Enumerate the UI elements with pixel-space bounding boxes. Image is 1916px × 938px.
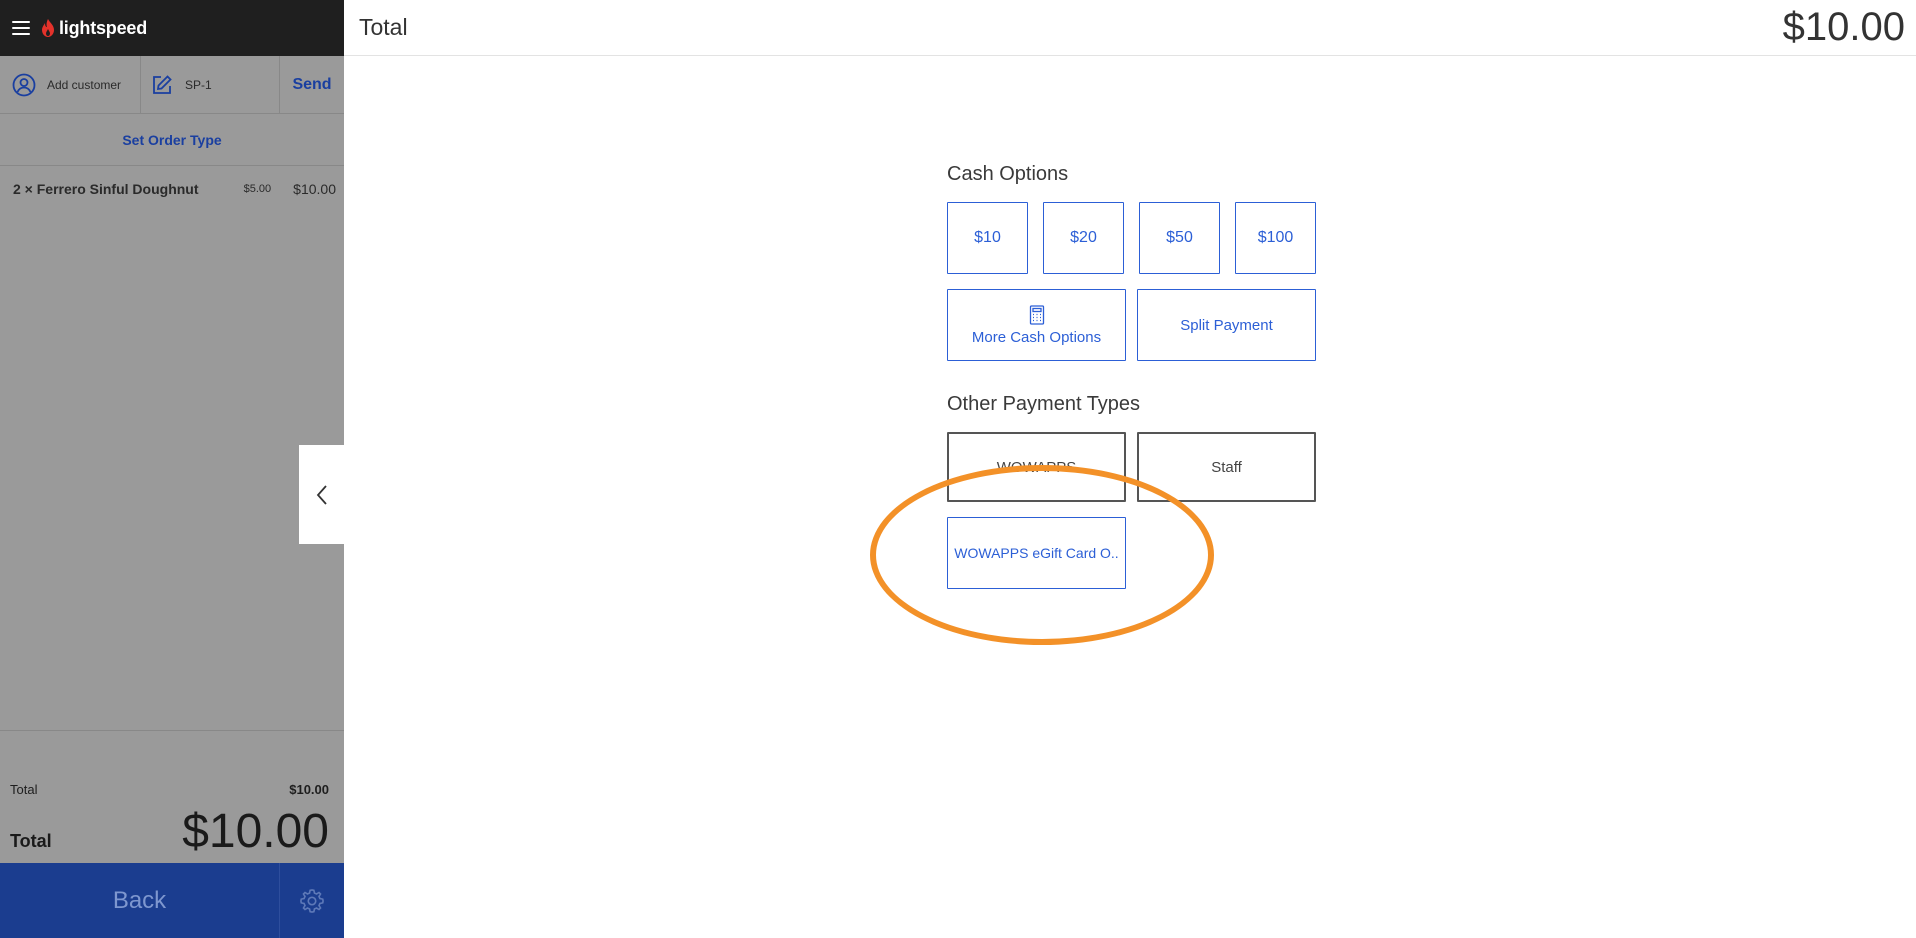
cash-20-button[interactable]: $20: [1043, 202, 1124, 274]
app-topbar: lightspeed: [0, 0, 344, 56]
order-sidebar: lightspeed Add customer SP-1 Send Set Or…: [0, 0, 344, 938]
other-payment-types-title: Other Payment Types: [947, 393, 1141, 415]
back-button[interactable]: Back: [0, 863, 280, 938]
line-item-unit-price: $5.00: [243, 183, 272, 195]
total-row: Total $10.00: [10, 800, 329, 856]
wowapps-label: WOWAPPS: [996, 458, 1077, 476]
cash-50-button[interactable]: $50: [1139, 202, 1220, 274]
total-label: Total: [10, 831, 52, 851]
total-value: $10.00: [182, 805, 329, 858]
wowapps-egift-card-button[interactable]: WOWAPPS eGift Card O..: [947, 517, 1126, 589]
set-order-type-button[interactable]: Set Order Type: [0, 114, 344, 166]
split-payment-label: Split Payment: [1180, 316, 1273, 334]
calculator-icon: [1029, 304, 1044, 325]
more-cash-options-button[interactable]: More Cash Options: [947, 289, 1126, 361]
cash-10-button[interactable]: $10: [947, 202, 1028, 274]
subtotal-label: Total: [10, 782, 38, 797]
flame-icon: [42, 19, 54, 37]
cash-options-title: Cash Options: [947, 163, 1069, 185]
payment-header: Total $10.00: [344, 0, 1916, 56]
split-payment-button[interactable]: Split Payment: [1137, 289, 1316, 361]
order-reference-button[interactable]: SP-1: [141, 56, 280, 113]
send-button[interactable]: Send: [280, 56, 344, 113]
line-item-total: $10.00: [293, 181, 336, 197]
subtotal-row: Total $10.00: [10, 782, 329, 797]
bottom-action-bar: Back: [0, 863, 344, 938]
staff-payment-button[interactable]: Staff: [1137, 432, 1316, 502]
customer-bar: Add customer SP-1 Send: [0, 56, 344, 114]
brand-name: lightspeed: [59, 17, 148, 38]
chevron-left-icon: [316, 484, 327, 505]
add-customer-label: Add customer: [47, 77, 122, 92]
settings-button[interactable]: [280, 863, 344, 938]
edit-icon: [153, 74, 172, 94]
collapse-sidebar-button[interactable]: [299, 445, 344, 544]
wowapps-egift-card-label: WOWAPPS eGift Card O..: [954, 545, 1119, 561]
menu-icon[interactable]: [12, 21, 30, 35]
user-icon: [12, 73, 36, 96]
amount-due: $10.00: [1782, 5, 1905, 49]
more-cash-options-label: More Cash Options: [971, 328, 1102, 346]
wowapps-payment-button[interactable]: WOWAPPS: [947, 432, 1126, 502]
line-item-name: 2 × Ferrero Sinful Doughnut: [13, 181, 199, 197]
line-item[interactable]: 2 × Ferrero Sinful Doughnut $5.00 $10.00: [0, 166, 344, 212]
brand-logo: lightspeed: [40, 18, 147, 39]
order-reference: SP-1: [185, 77, 212, 92]
page-title: Total: [359, 14, 408, 40]
staff-label: Staff: [1211, 458, 1242, 476]
add-customer-button[interactable]: Add customer: [0, 56, 141, 113]
line-items-list: 2 × Ferrero Sinful Doughnut $5.00 $10.00: [0, 166, 344, 731]
subtotal-value: $10.00: [289, 782, 329, 797]
gear-icon: [300, 888, 324, 913]
cash-100-button[interactable]: $100: [1235, 202, 1316, 274]
